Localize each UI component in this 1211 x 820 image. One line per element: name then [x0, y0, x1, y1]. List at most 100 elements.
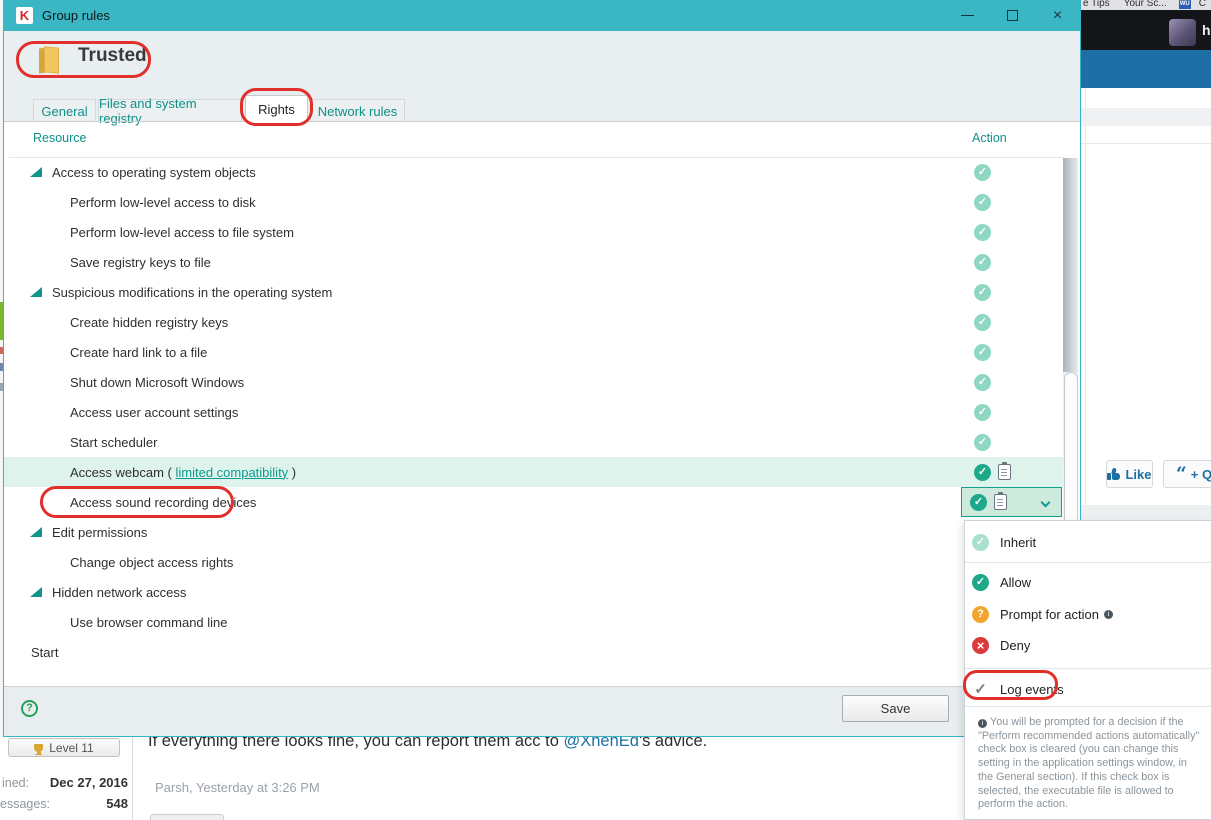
table-row[interactable]: Use browser command line — [4, 607, 1063, 637]
annotation-trusted-group — [16, 41, 151, 78]
action-cell[interactable]: ✓ — [970, 307, 991, 337]
action-cell[interactable]: ✓ — [961, 487, 1062, 517]
maximize-icon — [1007, 10, 1018, 21]
resource-column-header[interactable]: Resource — [33, 131, 87, 145]
allow-check-icon[interactable]: ✓ — [974, 343, 991, 361]
sidebar-divider — [132, 737, 133, 820]
table-row[interactable]: Access to operating system objects ✓ — [4, 157, 1063, 187]
quote-button[interactable]: “ + Q — [1163, 460, 1211, 488]
table-row[interactable]: Start scheduler ✓ — [4, 427, 1063, 457]
like-button[interactable]: Like — [1106, 460, 1153, 488]
resource-label: Access user account settings — [70, 404, 239, 420]
allow-check-icon[interactable]: ✓ — [974, 283, 991, 301]
tab-files-and-system-registry[interactable]: Files and system registry — [98, 96, 242, 126]
help-icon[interactable]: ? — [21, 700, 38, 717]
annotation-rights-tab — [240, 88, 313, 126]
table-row[interactable]: Shut down Microsoft Windows ✓ — [4, 367, 1063, 397]
divider — [1081, 143, 1211, 144]
action-cell[interactable]: ✓ — [970, 157, 991, 187]
level-badge[interactable]: Level 11 — [8, 738, 120, 757]
resource-label: Save registry keys to file — [70, 254, 211, 270]
expand-triangle-icon[interactable] — [30, 167, 42, 177]
action-cell[interactable]: ✓ — [970, 427, 991, 457]
action-column-header[interactable]: Action — [972, 131, 1007, 145]
allow-check-icon[interactable]: ✓ — [974, 433, 991, 451]
dropdown-item-allow[interactable]: ✓ Allow — [965, 566, 1211, 598]
table-row[interactable]: Create hard link to a file ✓ — [4, 337, 1063, 367]
browser-tab-strip[interactable]: e Tips Your Sc... WU C — [1081, 0, 1211, 10]
allow-check-icon[interactable]: ✓ — [970, 493, 987, 511]
dropdown-item-prompt-for-action[interactable]: ? Prompt for action i — [965, 598, 1211, 630]
group-rules-dialog: K Group rules × Trusted General Files an… — [3, 0, 1081, 737]
forum-header-bar: h — [1081, 10, 1211, 50]
partial-button[interactable] — [150, 814, 224, 820]
table-row[interactable]: Start — [4, 637, 1063, 667]
close-button[interactable]: × — [1035, 0, 1080, 31]
action-cell[interactable]: ✓ — [970, 397, 991, 427]
kaspersky-logo-icon: K — [16, 7, 33, 24]
allow-check-icon[interactable]: ✓ — [974, 313, 991, 331]
table-row[interactable]: Change object access rights — [4, 547, 1063, 577]
table-row[interactable]: Hidden network access — [4, 577, 1063, 607]
save-button[interactable]: Save — [842, 695, 949, 722]
allow-check-icon[interactable]: ✓ — [974, 223, 991, 241]
dialog-titlebar[interactable]: K Group rules × — [4, 0, 1080, 31]
prompt-icon: ? — [972, 605, 989, 623]
browser-tab-title[interactable]: e Tips — [1083, 0, 1110, 9]
allow-icon: ✓ — [972, 573, 989, 591]
screen: e Tips Your Sc... WU C h Like “ + Q If e… — [0, 0, 1211, 820]
action-cell[interactable]: ✓ — [970, 367, 991, 397]
chevron-down-icon[interactable] — [1040, 497, 1051, 508]
action-cell[interactable]: ✓ — [970, 187, 991, 217]
allow-check-icon[interactable]: ✓ — [974, 163, 991, 181]
username-text[interactable]: h — [1202, 22, 1211, 38]
expand-triangle-icon[interactable] — [30, 527, 42, 537]
like-label: Like — [1125, 466, 1152, 482]
resource-label: Perform low-level access to file system — [70, 224, 294, 240]
action-cell[interactable]: ✓ — [970, 337, 991, 367]
allow-check-icon[interactable]: ✓ — [974, 403, 991, 421]
edit-rule-clipboard-icon[interactable] — [994, 492, 1007, 510]
resource-label: Perform low-level access to disk — [70, 194, 256, 210]
messages-label: essages: — [0, 797, 51, 811]
resource-label: Create hidden registry keys — [70, 314, 229, 330]
dropdown-item-inherit[interactable]: ✓ Inherit — [965, 526, 1211, 558]
edit-rule-clipboard-icon[interactable] — [998, 462, 1011, 480]
table-row[interactable]: Access user account settings ✓ — [4, 397, 1063, 427]
browser-tab-favicon[interactable]: WU — [1178, 0, 1191, 9]
expand-triangle-icon[interactable] — [30, 587, 42, 597]
allow-check-icon[interactable]: ✓ — [974, 373, 991, 391]
dropdown-item-deny[interactable]: × Deny — [965, 629, 1211, 661]
allow-check-icon[interactable]: ✓ — [974, 463, 991, 481]
resource-label: Hidden network access — [52, 584, 187, 600]
table-row[interactable]: Access webcam ( limited compatibility ) ✓ — [4, 457, 1063, 487]
table-row[interactable]: Perform low-level access to disk ✓ — [4, 187, 1063, 217]
action-cell[interactable]: ✓ — [970, 247, 991, 277]
table-row[interactable]: Create hidden registry keys ✓ — [4, 307, 1063, 337]
table-row[interactable]: Perform low-level access to file system ✓ — [4, 217, 1063, 247]
browser-tab-title[interactable]: C — [1199, 0, 1206, 9]
minimize-icon — [961, 14, 974, 17]
deny-icon: × — [972, 636, 989, 654]
tab-network-rules[interactable]: Network rules — [310, 99, 405, 122]
avatar[interactable] — [1169, 19, 1196, 46]
tab-general[interactable]: General — [33, 99, 96, 122]
action-cell[interactable]: ✓ — [970, 457, 1011, 487]
close-icon: × — [1052, 6, 1063, 24]
browser-tab-title[interactable]: Your Sc... — [1124, 0, 1167, 9]
table-row[interactable]: Suspicious modifications in the operatin… — [4, 277, 1063, 307]
table-row[interactable]: Edit permissions — [4, 517, 1063, 547]
table-row[interactable]: Save registry keys to file ✓ — [4, 247, 1063, 277]
limited-compatibility-link[interactable]: limited compatibility — [175, 465, 288, 480]
resource-label: Start scheduler — [70, 434, 158, 450]
annotation-sound-recording-row — [40, 486, 234, 518]
page-band — [1081, 505, 1211, 521]
action-cell[interactable]: ✓ — [970, 277, 991, 307]
page-band — [1081, 108, 1211, 126]
maximize-button[interactable] — [990, 0, 1035, 31]
action-cell[interactable]: ✓ — [970, 217, 991, 247]
expand-triangle-icon[interactable] — [30, 287, 42, 297]
allow-check-icon[interactable]: ✓ — [974, 193, 991, 211]
allow-check-icon[interactable]: ✓ — [974, 253, 991, 271]
minimize-button[interactable] — [945, 0, 990, 31]
